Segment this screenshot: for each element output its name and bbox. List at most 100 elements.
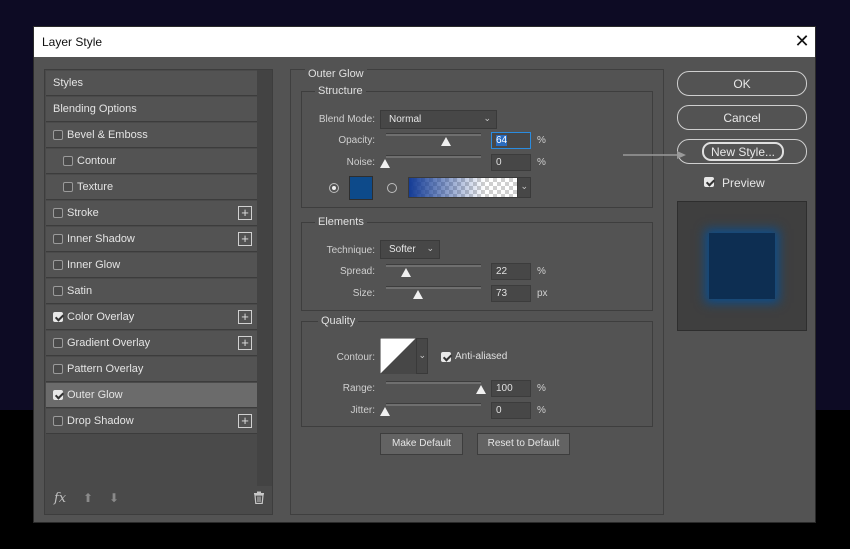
blend-mode-label: Blend Mode: [318,114,375,125]
style-list-item[interactable]: Texture [46,175,257,200]
noise-input[interactable]: 0 [491,154,531,171]
opacity-unit: % [537,135,546,146]
style-list-item[interactable]: Inner Shadow + [46,227,257,252]
make-default-button[interactable]: Make Default [380,433,463,455]
noise-unit: % [537,157,546,168]
reset-to-default-button[interactable]: Reset to Default [477,433,570,455]
move-down-icon[interactable]: ⬇ [109,491,119,505]
noise-slider-track[interactable] [386,155,481,158]
quality-title: Quality [318,315,359,327]
style-checkbox[interactable] [63,182,73,192]
style-list-item[interactable]: Inner Glow [46,253,257,278]
style-list-item[interactable]: Satin [46,279,257,304]
style-list-item[interactable]: Bevel & Emboss [46,123,257,148]
contour-label: Contour: [336,352,375,363]
spread-input[interactable]: 22 [491,263,531,280]
gradient-radio[interactable] [387,183,397,193]
range-unit: % [537,383,546,394]
opacity-input[interactable]: 64 [491,132,531,149]
style-checkbox[interactable] [53,260,63,270]
outer-glow-panel: Outer Glow Structure Blend Mode: Normal … [290,68,664,515]
layer-style-dialog: Layer Style ✕ Styles Blending Options Beve… [33,26,816,523]
jitter-unit: % [537,405,546,416]
range-slider-track[interactable] [386,381,481,384]
style-list-label: Outer Glow [67,389,123,401]
technique-dropdown[interactable]: Softer ⌄ [380,240,440,259]
move-up-icon[interactable]: ⬆ [83,491,93,505]
add-effect-icon[interactable]: + [238,206,252,220]
opacity-slider-track[interactable] [386,133,481,136]
cancel-button[interactable]: Cancel [677,105,807,130]
solid-color-radio[interactable] [329,183,339,193]
style-checkbox[interactable] [53,390,63,400]
size-slider-track[interactable] [386,286,481,289]
style-list-item[interactable]: Pattern Overlay [46,357,257,382]
style-checkbox[interactable] [63,156,73,166]
spread-label: Spread: [339,266,375,277]
gradient-dropdown[interactable]: ⌄ [517,177,531,198]
spread-unit: % [537,266,546,277]
style-list-item[interactable]: Blending Options [46,97,257,122]
chevron-down-icon: ⌄ [418,350,426,360]
range-input[interactable]: 100 [491,380,531,397]
jitter-slider-track[interactable] [386,403,481,406]
add-effect-icon[interactable]: + [238,232,252,246]
gradient-preview[interactable] [408,177,518,198]
style-list-label: Inner Shadow [67,233,135,245]
preview-checkbox[interactable] [704,177,714,187]
style-list-label: Drop Shadow [67,415,134,427]
style-list-item[interactable]: Drop Shadow + [46,409,257,434]
chevron-down-icon: ⌄ [483,113,491,123]
range-slider-thumb[interactable] [476,385,486,394]
style-list-item[interactable]: Stroke + [46,201,257,226]
style-checkbox[interactable] [53,312,63,322]
preview-thumbnail [677,201,807,331]
contour-preview[interactable] [380,338,416,374]
style-checkbox[interactable] [53,208,63,218]
size-input[interactable]: 73 [491,285,531,302]
style-checkbox[interactable] [53,234,63,244]
add-effect-icon[interactable]: + [238,336,252,350]
size-slider-thumb[interactable] [413,290,423,299]
opacity-slider-thumb[interactable] [441,137,451,146]
technique-label: Technique: [326,245,375,256]
fx-icon[interactable]: fx [54,491,66,506]
contour-dropdown[interactable]: ⌄ [416,338,428,374]
spread-slider-thumb[interactable] [401,268,411,277]
spread-slider-track[interactable] [386,264,481,267]
style-list-item[interactable]: Styles [46,71,257,96]
anti-aliased-checkbox[interactable] [441,352,451,362]
style-checkbox[interactable] [53,364,63,374]
add-effect-icon[interactable]: + [238,310,252,324]
style-list-item[interactable]: Color Overlay + [46,305,257,330]
jitter-slider-thumb[interactable] [380,407,390,416]
trash-icon[interactable] [253,491,265,504]
styles-list-scrollbar[interactable] [257,70,272,486]
styles-list-panel: Styles Blending Options Bevel & Emboss Cont… [44,69,273,515]
noise-slider-thumb[interactable] [380,159,390,168]
dialog-title: Layer Style [42,35,103,49]
style-list-label: Contour [77,155,117,167]
chevron-down-icon: ⌄ [426,243,434,253]
ok-button[interactable]: OK [677,71,807,96]
technique-value: Softer [389,244,416,255]
style-list-label: Satin [67,285,93,297]
style-list-item[interactable]: Contour [46,149,257,174]
style-checkbox[interactable] [53,338,63,348]
style-list-label: Inner Glow [67,259,121,271]
style-list-item[interactable]: Gradient Overlay + [46,331,257,356]
opacity-label: Opacity: [338,135,375,146]
style-checkbox[interactable] [53,130,63,140]
style-list-label: Gradient Overlay [67,337,151,349]
new-style-button[interactable]: New Style... [677,139,807,164]
add-effect-icon[interactable]: + [238,414,252,428]
range-label: Range: [342,383,375,394]
glow-color-swatch[interactable] [349,176,373,200]
close-icon[interactable]: ✕ [791,31,813,53]
style-checkbox[interactable] [53,286,63,296]
structure-title: Structure [315,85,366,97]
jitter-input[interactable]: 0 [491,402,531,419]
style-checkbox[interactable] [53,416,63,426]
blend-mode-dropdown[interactable]: Normal ⌄ [380,110,497,129]
style-list-item[interactable]: Outer Glow [46,383,257,408]
